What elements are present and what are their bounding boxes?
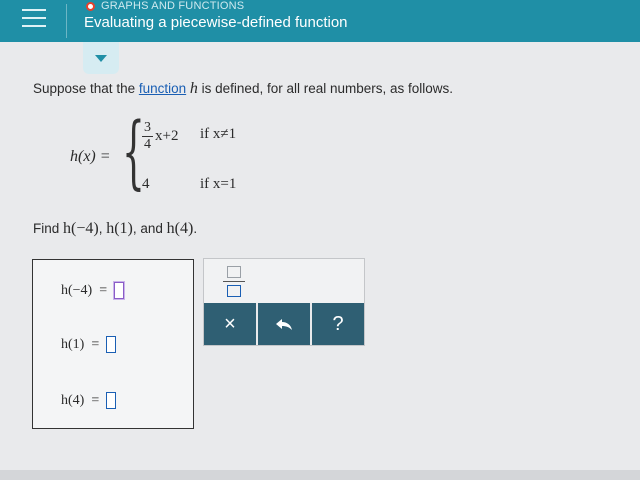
find-prefix: Find xyxy=(33,221,64,236)
case-2-value: 4 xyxy=(142,176,150,192)
problem-text-end: is defined, for all real numbers, as fol… xyxy=(197,81,454,96)
case-1-expression: x+2 xyxy=(155,127,179,144)
equals-sign: = xyxy=(99,282,108,298)
equals-sign: = xyxy=(91,392,100,408)
problem-statement: Suppose that the function h is defined, … xyxy=(33,80,453,98)
case-2-condition: if x=1 xyxy=(200,176,237,192)
answer-panel: h(−4) = h(1) = h(4) = xyxy=(32,259,194,429)
answer-input-h-4[interactable] xyxy=(106,392,117,409)
left-brace: { xyxy=(122,105,145,198)
answer-row-3: h(4) = xyxy=(61,392,117,409)
problem-text: Suppose that the xyxy=(33,81,139,96)
fraction: 3 4 xyxy=(142,120,153,153)
answer-label: h(−4) xyxy=(61,282,93,298)
equals-sign: = xyxy=(91,336,100,352)
menu-icon[interactable] xyxy=(22,9,46,29)
page-title: Evaluating a piecewise-defined function xyxy=(84,14,348,31)
top-header: GRAPHS AND FUNCTIONS Evaluating a piecew… xyxy=(0,0,640,42)
piecewise-lhs: h(x) = xyxy=(70,148,111,165)
piecewise-definition: h(x) = { 3 4 x+2 if x≠1 4 if x=1 xyxy=(70,112,300,202)
answer-row-2: h(1) = xyxy=(61,336,117,353)
keypad-actions: × ? xyxy=(204,303,364,345)
help-button[interactable]: ? xyxy=(312,303,364,345)
answer-label: h(1) xyxy=(61,336,85,352)
answer-input-h-1[interactable] xyxy=(106,336,117,353)
find-and: , and xyxy=(132,221,167,236)
progress-dot-icon xyxy=(86,1,95,11)
collapse-toggle[interactable] xyxy=(83,42,119,74)
case-1-condition: if x≠1 xyxy=(200,126,237,142)
category-label: GRAPHS AND FUNCTIONS xyxy=(101,0,245,12)
header-divider xyxy=(66,4,67,38)
piecewise-case-1: 3 4 x+2 xyxy=(142,114,178,158)
fraction-denominator: 4 xyxy=(144,136,151,152)
chevron-down-icon xyxy=(95,54,107,62)
find-item-1: h(−4) xyxy=(63,220,99,237)
answer-input-h-neg4[interactable] xyxy=(114,282,125,299)
function-link[interactable]: function xyxy=(139,81,186,96)
undo-icon[interactable] xyxy=(258,303,312,345)
fraction-numerator: 3 xyxy=(142,119,153,137)
function-variable: h xyxy=(189,80,198,97)
fraction-icon[interactable] xyxy=(210,261,258,301)
bottom-bar xyxy=(0,470,640,480)
answer-label: h(4) xyxy=(61,392,85,408)
math-keypad: × ? xyxy=(203,258,365,346)
answer-row-1: h(−4) = xyxy=(61,282,125,299)
find-instruction: Find h(−4), h(1), and h(4). xyxy=(33,220,197,238)
find-period: . xyxy=(193,221,198,236)
topic-category: GRAPHS AND FUNCTIONS xyxy=(86,0,244,12)
clear-button[interactable]: × xyxy=(204,303,258,345)
find-item-3: h(4) xyxy=(166,220,194,237)
find-item-2: h(1) xyxy=(106,220,133,237)
